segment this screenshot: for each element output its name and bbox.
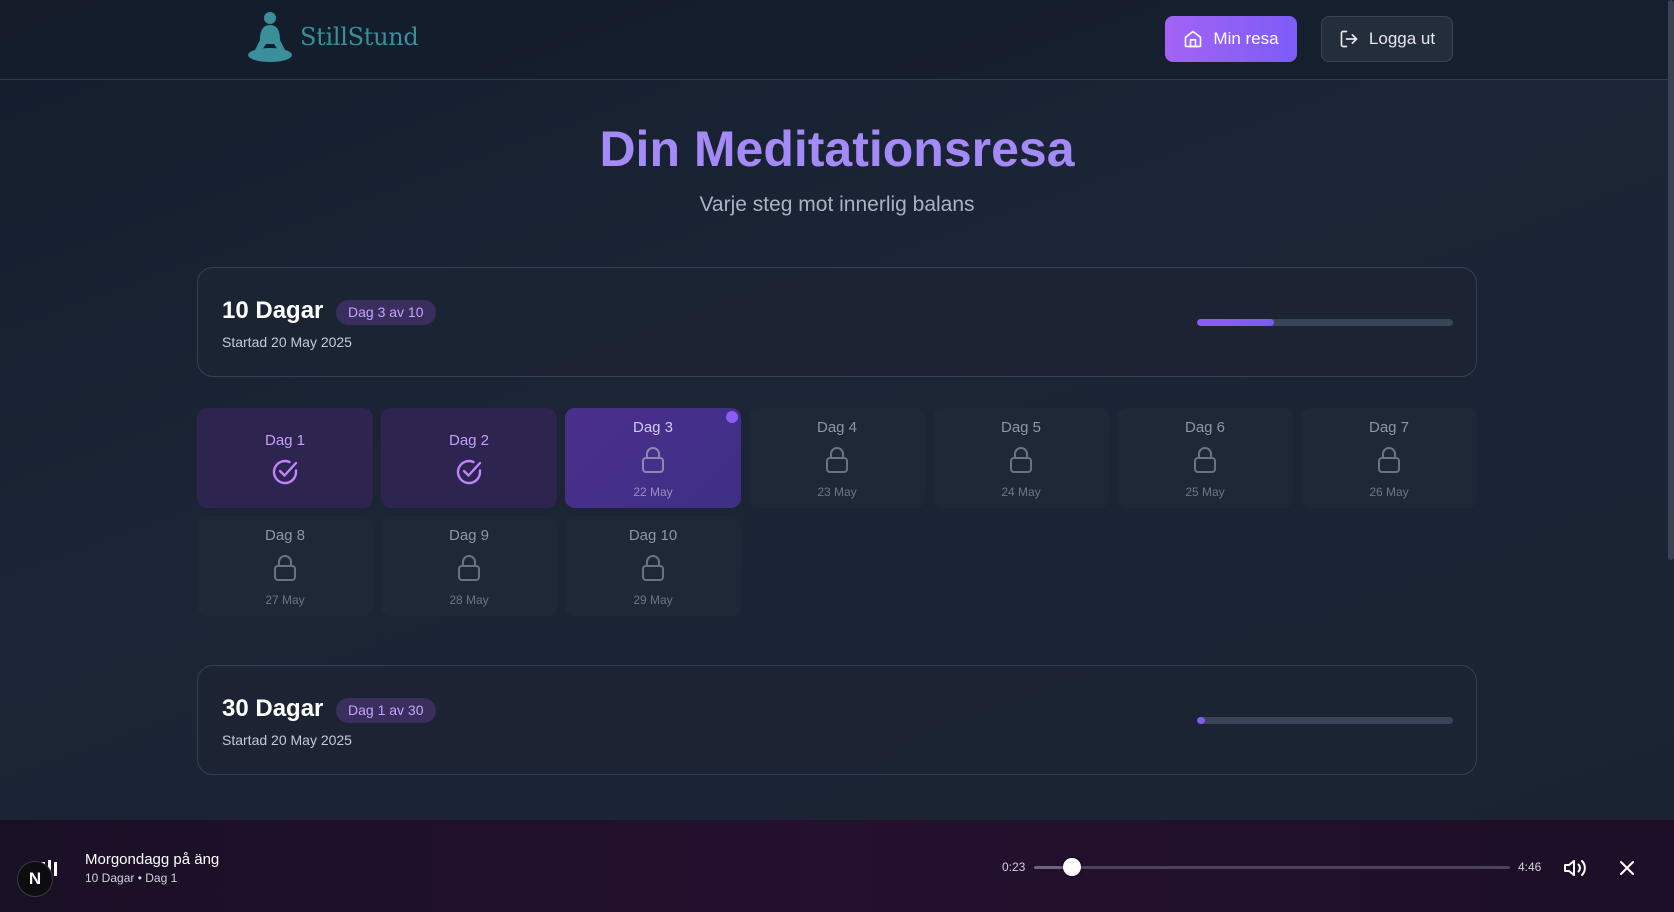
logout-label: Logga ut [1368, 29, 1436, 48]
course-progress-bar [1197, 319, 1453, 326]
volume-icon[interactable] [1563, 856, 1587, 880]
day-date: 26 May [1369, 485, 1409, 499]
day-label: Dag 1 [264, 432, 306, 449]
my-journey-label: Min resa [1213, 29, 1279, 48]
seek-handle[interactable] [1063, 858, 1082, 876]
logo[interactable]: StillStund [246, 10, 419, 64]
top-header: StillStund Min resa Logga ut [0, 0, 1674, 80]
day-label: Dag 7 [1368, 419, 1410, 436]
dev-tools-badge[interactable]: N [17, 861, 53, 897]
page-title: Din Meditationsresa [599, 121, 1075, 177]
day-card: Dag 9 28 May [381, 516, 557, 616]
page-subtitle: Varje steg mot innerlig balans [699, 193, 975, 216]
course-progress-fill [1197, 319, 1274, 326]
home-icon [1185, 30, 1202, 48]
logout-button[interactable]: Logga ut [1321, 16, 1453, 62]
day-label: Dag 5 [1000, 419, 1042, 436]
day-label: Dag 9 [448, 527, 490, 544]
day-label: Dag 8 [264, 527, 306, 544]
track-title: Morgondagg på äng [85, 851, 220, 868]
lock-icon [642, 555, 664, 581]
course-card-30-days[interactable]: 30 Dagar Dag 1 av 30 Startad 20 May 2025 [197, 665, 1477, 775]
day-card: Dag 6 25 May [1117, 408, 1293, 508]
day-card: Dag 5 24 May [933, 408, 1109, 508]
duration: 4:46 [1518, 860, 1542, 874]
course-progress-badge: Dag 3 av 10 [336, 300, 436, 325]
day-card[interactable]: Dag 1 [197, 408, 373, 508]
course-card-10-days[interactable]: 10 Dagar Dag 3 av 10 Startad 20 May 2025 [197, 267, 1477, 377]
day-label: Dag 6 [1184, 419, 1226, 436]
lock-icon [274, 555, 296, 581]
day-label: Dag 10 [628, 527, 678, 544]
lock-icon [1010, 447, 1032, 473]
day-card: Dag 7 26 May [1301, 408, 1477, 508]
day-card: Dag 10 29 May [565, 516, 741, 616]
course-start-date: Startad 20 May 2025 [222, 334, 352, 350]
meditation-logo-icon [248, 12, 292, 62]
day-card: Dag 4 23 May [749, 408, 925, 508]
course-progress-fill [1197, 717, 1206, 724]
lock-icon [826, 447, 848, 473]
seek-bar[interactable] [1034, 866, 1510, 869]
lock-icon [458, 555, 480, 581]
day-card[interactable]: Dag 3 22 May [565, 408, 741, 508]
day-date: 22 May [633, 485, 673, 499]
course-start-date: Startad 20 May 2025 [222, 732, 352, 748]
day-card[interactable]: Dag 2 [381, 408, 557, 508]
my-journey-button[interactable]: Min resa [1165, 16, 1297, 62]
lock-icon [1378, 447, 1400, 473]
day-card: Dag 8 27 May [197, 516, 373, 616]
course-progress-bar [1197, 717, 1453, 724]
course-title: 30 Dagar [222, 695, 324, 722]
current-time: 0:23 [1002, 860, 1026, 874]
day-date: 27 May [265, 593, 305, 607]
course-progress-badge: Dag 1 av 30 [336, 698, 436, 723]
close-icon[interactable] [1615, 856, 1639, 880]
scrollbar[interactable] [1668, 0, 1674, 560]
check-circle-icon [272, 459, 298, 485]
current-day-indicator [726, 411, 738, 423]
check-circle-icon [456, 459, 482, 485]
day-date: 25 May [1185, 485, 1225, 499]
lock-icon [1194, 447, 1216, 473]
day-label: Dag 3 [632, 419, 674, 436]
logout-icon [1340, 30, 1358, 48]
day-date: 23 May [817, 485, 857, 499]
lock-icon [642, 447, 664, 473]
day-date: 29 May [633, 593, 673, 607]
course-title: 10 Dagar [222, 297, 324, 324]
day-date: 24 May [1001, 485, 1041, 499]
day-label: Dag 2 [448, 432, 490, 449]
logo-text: StillStund [300, 23, 419, 51]
day-label: Dag 4 [816, 419, 858, 436]
day-date: 28 May [449, 593, 489, 607]
track-subtitle: 10 Dagar • Dag 1 [85, 871, 178, 885]
